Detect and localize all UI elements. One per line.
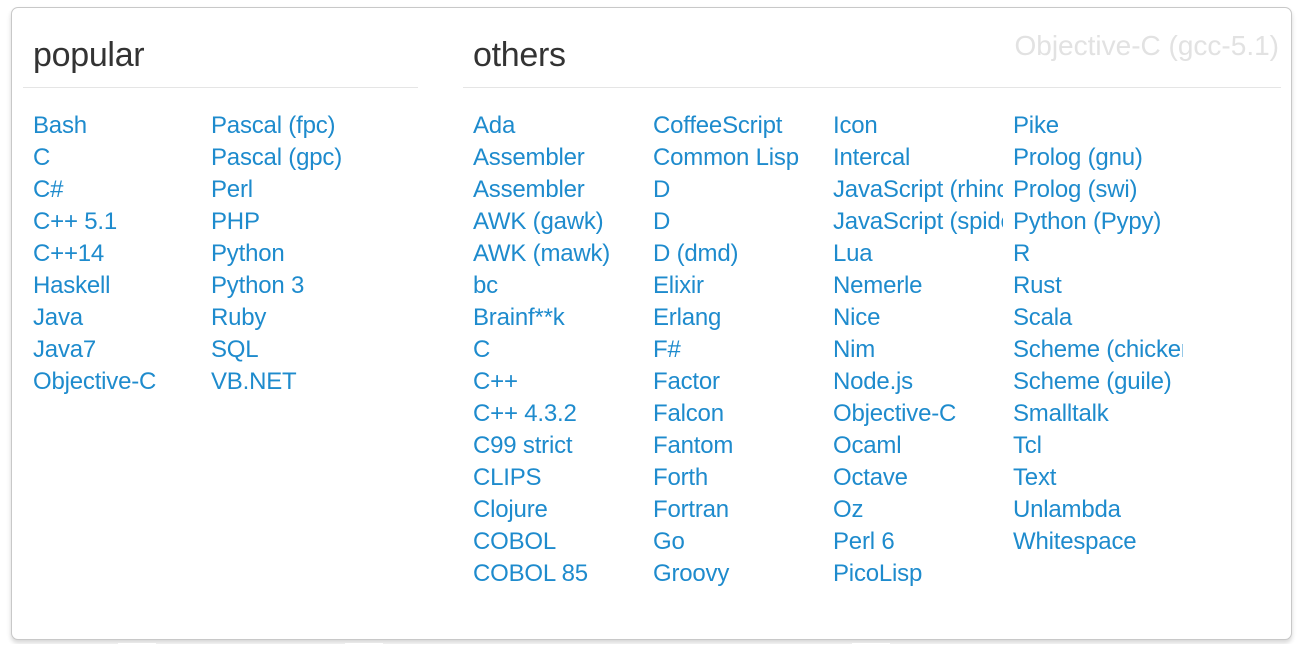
language-link[interactable]: SQL	[201, 334, 379, 366]
language-link[interactable]: Java	[23, 302, 201, 334]
language-link[interactable]: Bash	[23, 110, 201, 142]
language-link[interactable]: Rust	[1003, 270, 1183, 302]
language-link[interactable]: C#	[23, 174, 201, 206]
language-link[interactable]: Common Lisp	[643, 142, 823, 174]
language-column: Pike Prolog (gnu) Prolog (swi) Python (Pypy…	[1003, 110, 1183, 590]
section-others-divider	[463, 87, 1281, 88]
language-sections: popular Bash C C# C++ 5.1 C++14 Haskell Java Ja…	[12, 8, 1291, 639]
language-column: Ada Assembler Assembler AWK (gawk) AWK (mawk…	[463, 110, 643, 590]
language-column: Icon Intercal JavaScript (rhino) JavaScript…	[823, 110, 1003, 590]
language-link[interactable]: Fantom	[643, 430, 823, 462]
language-link[interactable]: AWK (gawk)	[463, 206, 643, 238]
language-link[interactable]: Lua	[823, 238, 1003, 270]
language-link[interactable]: Unlambda	[1003, 494, 1183, 526]
language-link[interactable]: Tcl	[1003, 430, 1183, 462]
language-link[interactable]: Nim	[823, 334, 1003, 366]
language-link[interactable]: Clojure	[463, 494, 643, 526]
strip-notch-left	[118, 643, 156, 649]
section-popular-divider	[23, 87, 418, 88]
language-link[interactable]: COBOL	[463, 526, 643, 558]
language-link[interactable]: C++	[463, 366, 643, 398]
language-link[interactable]: C++ 4.3.2	[463, 398, 643, 430]
language-link[interactable]: C++ 5.1	[23, 206, 201, 238]
language-link[interactable]: Pascal (gpc)	[201, 142, 379, 174]
section-popular-columns: Bash C C# C++ 5.1 C++14 Haskell Java Java7 Objec…	[23, 110, 418, 398]
language-link[interactable]: Nemerle	[823, 270, 1003, 302]
strip-notch-right	[852, 643, 890, 649]
language-link[interactable]: Objective-C	[823, 398, 1003, 430]
language-link[interactable]: bc	[463, 270, 643, 302]
language-link[interactable]: Python 3	[201, 270, 379, 302]
language-link[interactable]: Ruby	[201, 302, 379, 334]
language-link[interactable]: Octave	[823, 462, 1003, 494]
language-link[interactable]: Fortran	[643, 494, 823, 526]
window-bottom-strip	[0, 643, 1302, 666]
language-link[interactable]: Whitespace	[1003, 526, 1183, 558]
language-link[interactable]: Node.js	[823, 366, 1003, 398]
language-link[interactable]: Perl	[201, 174, 379, 206]
language-link[interactable]: CoffeeScript	[643, 110, 823, 142]
language-link[interactable]: Icon	[823, 110, 1003, 142]
language-link[interactable]: Groovy	[643, 558, 823, 590]
language-link[interactable]: Scala	[1003, 302, 1183, 334]
language-link[interactable]: Ocaml	[823, 430, 1003, 462]
section-others: others Ada Assembler Assembler AWK (gawk) AW…	[463, 34, 1281, 590]
language-link[interactable]: Perl 6	[823, 526, 1003, 558]
language-link[interactable]: Text	[1003, 462, 1183, 494]
language-link[interactable]: Go	[643, 526, 823, 558]
language-link[interactable]: AWK (mawk)	[463, 238, 643, 270]
section-popular-title: popular	[33, 36, 145, 74]
language-link[interactable]: Scheme (chicken)	[1003, 334, 1183, 366]
language-link[interactable]: CLIPS	[463, 462, 643, 494]
language-link[interactable]: Objective-C	[23, 366, 201, 398]
language-link[interactable]: D	[643, 174, 823, 206]
language-column: CoffeeScript Common Lisp D D D (dmd) Elixir Er…	[643, 110, 823, 590]
language-link[interactable]: Falcon	[643, 398, 823, 430]
language-link[interactable]: Haskell	[23, 270, 201, 302]
language-link[interactable]: R	[1003, 238, 1183, 270]
language-link[interactable]: Elixir	[643, 270, 823, 302]
language-column: Pascal (fpc) Pascal (gpc) Perl PHP Python Pyt…	[201, 110, 379, 398]
language-link[interactable]: D (dmd)	[643, 238, 823, 270]
language-link[interactable]: C++14	[23, 238, 201, 270]
language-link[interactable]: Smalltalk	[1003, 398, 1183, 430]
language-link[interactable]: JavaScript (rhino)	[823, 174, 1003, 206]
language-link[interactable]: Scheme (guile)	[1003, 366, 1183, 398]
language-link[interactable]: F#	[643, 334, 823, 366]
language-link[interactable]: Factor	[643, 366, 823, 398]
language-link[interactable]: Intercal	[823, 142, 1003, 174]
language-link[interactable]: Assembler	[463, 142, 643, 174]
language-link[interactable]: Pike	[1003, 110, 1183, 142]
section-others-title: others	[473, 36, 566, 74]
language-link[interactable]: Erlang	[643, 302, 823, 334]
language-link[interactable]: Python (Pypy)	[1003, 206, 1183, 238]
language-link[interactable]: Forth	[643, 462, 823, 494]
language-selector-panel: Objective-C (gcc-5.1) popular Bash C C# C++…	[11, 7, 1292, 640]
language-column: Bash C C# C++ 5.1 C++14 Haskell Java Java7 Objec…	[23, 110, 201, 398]
section-popular: popular Bash C C# C++ 5.1 C++14 Haskell Java Ja…	[23, 34, 418, 398]
language-link[interactable]: Prolog (swi)	[1003, 174, 1183, 206]
language-link[interactable]: COBOL 85	[463, 558, 643, 590]
section-others-columns: Ada Assembler Assembler AWK (gawk) AWK (mawk…	[463, 110, 1281, 590]
language-link[interactable]: Assembler	[463, 174, 643, 206]
language-link[interactable]: C	[463, 334, 643, 366]
language-link[interactable]: Java7	[23, 334, 201, 366]
strip-notch-mid	[345, 643, 383, 649]
language-link[interactable]: Ada	[463, 110, 643, 142]
language-link[interactable]: Oz	[823, 494, 1003, 526]
language-link[interactable]: PHP	[201, 206, 379, 238]
language-link[interactable]: VB.NET	[201, 366, 379, 398]
language-link[interactable]: Python	[201, 238, 379, 270]
language-link[interactable]: C99 strict	[463, 430, 643, 462]
language-link[interactable]: Pascal (fpc)	[201, 110, 379, 142]
language-link[interactable]: PicoLisp	[823, 558, 1003, 590]
language-link[interactable]: Nice	[823, 302, 1003, 334]
language-link[interactable]: Prolog (gnu)	[1003, 142, 1183, 174]
language-link[interactable]: D	[643, 206, 823, 238]
language-link[interactable]: JavaScript (spidermonkey)	[823, 206, 1003, 238]
language-link[interactable]: Brainf**k	[463, 302, 643, 334]
language-link[interactable]: C	[23, 142, 201, 174]
